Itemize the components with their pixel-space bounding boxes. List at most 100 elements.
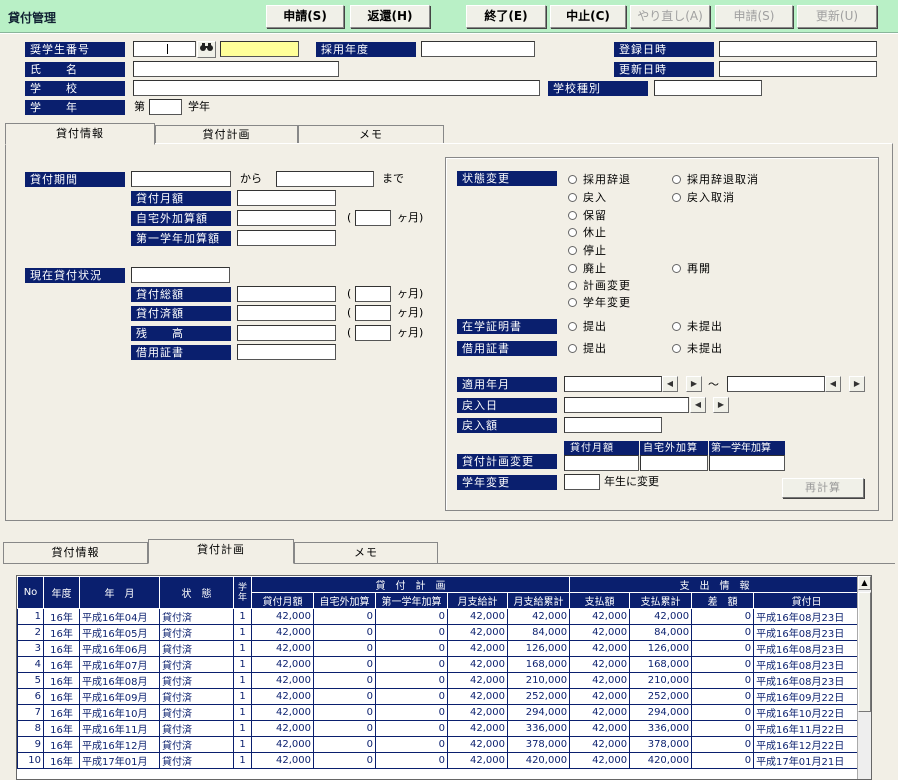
table-row[interactable]: 4 16年 平成16年07月 貸付済 1 42,000 0 0 42,000 168,000 42,…: [17, 656, 861, 673]
cell-yearmonth: 平成16年05月: [79, 624, 160, 641]
update-button[interactable]: 更新(U): [797, 5, 877, 28]
prev-arrow-icon[interactable]: ◀: [825, 376, 841, 392]
certificate-input[interactable]: [237, 344, 336, 360]
months-unit: ヶ月): [397, 211, 424, 224]
col-grade: 学年: [233, 576, 252, 609]
scroll-thumb[interactable]: [858, 592, 871, 712]
apply2-button[interactable]: 申請(S): [715, 5, 793, 28]
radio-adopt-decline[interactable]: 採用辞退: [568, 173, 631, 187]
period-to-input[interactable]: [276, 171, 374, 187]
prev-arrow-icon[interactable]: ◀: [662, 376, 678, 392]
period-from-input[interactable]: [131, 171, 231, 187]
tab-loan-plan-2[interactable]: 貸付計画: [148, 539, 294, 564]
cancel-button[interactable]: 中止(C): [550, 5, 626, 28]
apply-month-from-input[interactable]: [564, 376, 662, 392]
recalc-button[interactable]: 再計算: [782, 478, 864, 498]
current-input[interactable]: [131, 267, 230, 283]
grade-change-label: 学年変更: [457, 475, 557, 490]
next-arrow-icon[interactable]: ▶: [849, 376, 865, 392]
adopt-year-input[interactable]: [421, 41, 535, 57]
balance-months-input[interactable]: [355, 325, 391, 341]
table-row[interactable]: 5 16年 平成16年08月 貸付済 1 42,000 0 0 42,000 210,000 42,…: [17, 672, 861, 689]
binoculars-icon[interactable]: [197, 41, 216, 58]
table-row[interactable]: 7 16年 平成16年10月 貸付済 1 42,000 0 0 42,000 294,000 42,…: [17, 704, 861, 721]
table-row[interactable]: 3 16年 平成16年06月 貸付済 1 42,000 0 0 42,000 126,000 42,…: [17, 640, 861, 657]
cell-paid: 42,000: [569, 720, 631, 737]
radio-abolish[interactable]: 廃止: [568, 262, 607, 276]
monthly-input[interactable]: [237, 190, 336, 206]
cell-no: 5: [17, 672, 44, 689]
apply-month-to-input[interactable]: [727, 376, 825, 392]
grade-input[interactable]: [149, 99, 182, 115]
cell-yearmonth: 平成16年12月: [79, 736, 160, 753]
paid-months-input[interactable]: [355, 305, 391, 321]
radio-stop[interactable]: 停止: [568, 244, 607, 258]
cell-paid: 42,000: [569, 608, 631, 625]
scroll-up-icon[interactable]: ▲: [858, 576, 871, 590]
upd-date-input[interactable]: [719, 61, 877, 77]
radio-plan-change[interactable]: 計画変更: [568, 279, 631, 293]
current-label: 現在貸付状況: [25, 268, 125, 283]
cell-yearmonth: 平成16年08月: [79, 672, 160, 689]
scholar-no-input[interactable]: [133, 41, 196, 57]
first-year-input[interactable]: [237, 230, 336, 246]
radio-hold[interactable]: 保留: [568, 209, 607, 223]
cell-loan-date: 平成16年11月22日: [753, 720, 861, 737]
end-button[interactable]: 終了(E): [466, 5, 546, 28]
grade-change-input[interactable]: [564, 474, 600, 490]
radio-resume[interactable]: 再開: [672, 262, 711, 276]
cell-yearmonth: 平成16年04月: [79, 608, 160, 625]
next-arrow-icon[interactable]: ▶: [713, 397, 729, 413]
tab-loan-info-2[interactable]: 貸付情報: [3, 542, 148, 563]
next-arrow-icon[interactable]: ▶: [686, 376, 702, 392]
plan-grid[interactable]: No 年度 年 月 状 態 学年 貸 付 計 画 支 出 情 報 貸付月額 自宅…: [16, 575, 872, 780]
name-input[interactable]: [133, 61, 339, 77]
plan-first-year-input[interactable]: [709, 455, 785, 471]
table-row[interactable]: 10 16年 平成17年01月 貸付済 1 42,000 0 0 42,000 420,000 42…: [17, 752, 861, 769]
cell-diff: 0: [691, 688, 755, 705]
reg-date-input[interactable]: [719, 41, 877, 57]
repay-button[interactable]: 返還(H): [350, 5, 430, 28]
cell-state: 貸付済: [159, 704, 234, 721]
radio-enroll-not-submitted[interactable]: 未提出: [672, 320, 723, 334]
vertical-scrollbar[interactable]: ▲: [857, 576, 871, 779]
school-type-input[interactable]: [654, 80, 762, 96]
radio-return[interactable]: 戻入: [568, 191, 607, 205]
school-input[interactable]: [133, 80, 540, 96]
out-home-months-input[interactable]: [355, 210, 391, 226]
paid-input[interactable]: [237, 305, 336, 321]
total-months-input[interactable]: [355, 286, 391, 302]
cell-fiscal: 16年: [43, 624, 80, 641]
radio-adopt-decline-cancel[interactable]: 採用辞退取消: [672, 173, 759, 187]
prev-arrow-icon[interactable]: ◀: [690, 397, 706, 413]
balance-input[interactable]: [237, 325, 336, 341]
total-input[interactable]: [237, 286, 336, 302]
table-row[interactable]: 1 16年 平成16年04月 貸付済 1 42,000 0 0 42,000 42,000 42,0…: [17, 608, 861, 625]
table-row[interactable]: 9 16年 平成16年12月 貸付済 1 42,000 0 0 42,000 378,000 42,…: [17, 736, 861, 753]
apply-button[interactable]: 申請(S): [266, 5, 344, 28]
cell-fiscal: 16年: [43, 640, 80, 657]
return-amount-input[interactable]: [564, 417, 662, 433]
radio-return-cancel[interactable]: 戻入取消: [672, 191, 735, 205]
out-home-input[interactable]: [237, 210, 336, 226]
table-row[interactable]: 8 16年 平成16年11月 貸付済 1 42,000 0 0 42,000 336,000 42,…: [17, 720, 861, 737]
cell-out-home: 0: [313, 672, 376, 689]
tab-memo-2[interactable]: メモ: [294, 542, 438, 563]
table-row[interactable]: 2 16年 平成16年05月 貸付済 1 42,000 0 0 42,000 84,000 42,0…: [17, 624, 861, 641]
radio-cert-not-submitted[interactable]: 未提出: [672, 342, 723, 356]
tab-loan-info[interactable]: 貸付情報: [5, 123, 155, 145]
scholar-name-display[interactable]: [220, 41, 299, 57]
radio-enroll-submitted[interactable]: 提出: [568, 320, 607, 334]
radio-cert-submitted[interactable]: 提出: [568, 342, 607, 356]
redo-button[interactable]: やり直し(A): [630, 5, 710, 28]
radio-suspend[interactable]: 休止: [568, 226, 607, 240]
cell-cumulative: 126,000: [506, 640, 571, 657]
plan-col-first-year: 第一学年加算: [709, 441, 785, 456]
tab-memo[interactable]: メモ: [298, 125, 444, 144]
plan-monthly-input[interactable]: [564, 455, 639, 471]
table-row[interactable]: 6 16年 平成16年09月 貸付済 1 42,000 0 0 42,000 252,000 42,…: [17, 688, 861, 705]
radio-grade-change[interactable]: 学年変更: [568, 296, 631, 310]
tab-loan-plan[interactable]: 貸付計画: [155, 125, 298, 144]
plan-out-home-input[interactable]: [640, 455, 708, 471]
return-date-input[interactable]: [564, 397, 689, 413]
